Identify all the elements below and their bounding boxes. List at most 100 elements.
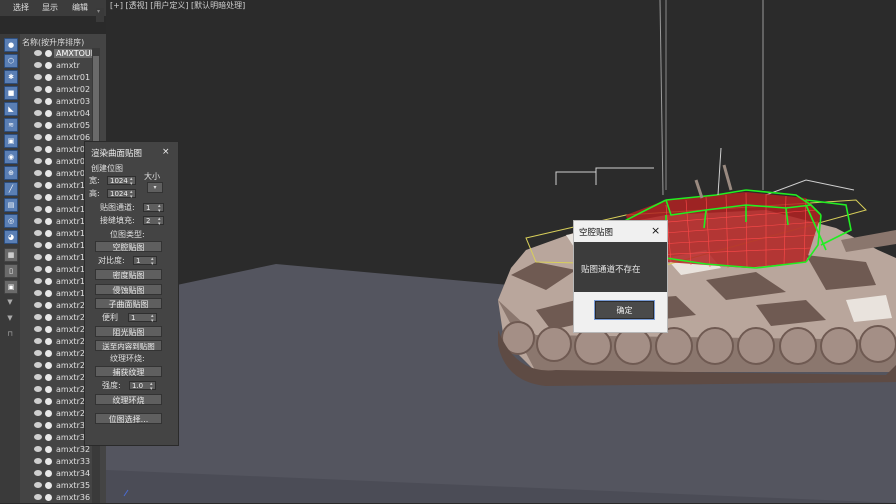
object-type-icon[interactable] [45,374,52,381]
height-spinner[interactable]: 1024 [107,189,136,199]
density-map-button[interactable]: 密度贴图 [95,269,162,280]
visibility-eye-icon[interactable] [34,158,42,164]
list-item[interactable]: amxtr34 [20,468,100,480]
size-dropdown[interactable]: ▾ [147,182,163,193]
filter-icon[interactable]: ▼ [4,296,16,308]
visibility-eye-icon[interactable] [34,374,42,380]
visibility-eye-icon[interactable] [34,434,42,440]
object-type-icon[interactable] [45,254,52,261]
list-item[interactable]: amxtr03 [20,96,100,108]
object-type-icon[interactable] [45,110,52,117]
object-type-icon[interactable] [45,50,52,57]
visibility-eye-icon[interactable] [34,206,42,212]
visibility-eye-icon[interactable] [34,134,42,140]
object-type-icon[interactable] [45,278,52,285]
visibility-eye-icon[interactable] [34,86,42,92]
visibility-eye-icon[interactable] [34,350,42,356]
menu-edit[interactable]: 编辑 [72,2,88,13]
lock-icon[interactable]: ⊓ [4,328,16,340]
contrast-spinner[interactable]: 1 [133,256,157,266]
visibility-eye-icon[interactable] [34,194,42,200]
project-to-map-button[interactable]: 送至内容到贴图 [95,340,162,351]
container-icon[interactable]: ⊕ [4,166,18,180]
visibility-eye-icon[interactable] [34,410,42,416]
object-type-icon[interactable] [45,350,52,357]
visibility-eye-icon[interactable] [34,398,42,404]
visibility-eye-icon[interactable] [34,110,42,116]
object-type-icon[interactable] [45,158,52,165]
visibility-eye-icon[interactable] [34,470,42,476]
width-spinner[interactable]: 1024 [107,176,136,186]
visibility-eye-icon[interactable] [34,494,42,500]
funnel-icon[interactable]: ▼ [4,312,16,324]
object-type-icon[interactable] [45,422,52,429]
visibility-eye-icon[interactable] [34,170,42,176]
visibility-eye-icon[interactable] [34,338,42,344]
object-type-icon[interactable] [45,122,52,129]
group-icon[interactable]: ▣ [4,134,18,148]
visibility-eye-icon[interactable] [34,386,42,392]
occlusion-map-button[interactable]: 阻光贴图 [95,326,162,337]
object-type-icon[interactable] [45,398,52,405]
visibility-eye-icon[interactable] [34,278,42,284]
object-type-icon[interactable] [45,206,52,213]
map-channel-spinner[interactable]: 1 [143,203,164,213]
list-item[interactable]: AMXTOUR [20,48,100,60]
visibility-eye-icon[interactable] [34,266,42,272]
sphere-icon[interactable]: ● [4,38,18,52]
object-type-icon[interactable] [45,146,52,153]
object-type-icon[interactable] [45,362,52,369]
object-type-icon[interactable] [45,338,52,345]
visibility-eye-icon[interactable] [34,254,42,260]
menu-display[interactable]: 显示 [42,2,58,13]
object-type-icon[interactable] [45,62,52,69]
object-type-icon[interactable] [45,434,52,441]
object-type-icon[interactable] [45,410,52,417]
spacewarp-icon[interactable]: ≋ [4,118,18,132]
camera-icon[interactable]: ■ [4,86,18,100]
column-header-name[interactable]: 名称(按升序排序) [22,37,84,48]
object-type-icon[interactable] [45,86,52,93]
object-type-icon[interactable] [45,98,52,105]
ok-button[interactable]: 确定 [595,301,654,319]
object-type-icon[interactable] [45,386,52,393]
visibility-eye-icon[interactable] [34,242,42,248]
page-icon[interactable]: ▯ [4,264,18,278]
visibility-eye-icon[interactable] [34,50,42,56]
visibility-eye-icon[interactable] [34,458,42,464]
object-type-icon[interactable] [45,134,52,141]
menu-select[interactable]: 选择 [13,2,29,13]
xref-icon[interactable]: ◉ [4,150,18,164]
cavity-map-button[interactable]: 空腔贴图 [95,241,162,252]
settings-icon[interactable]: ▣ [4,280,18,294]
object-type-icon[interactable] [45,266,52,273]
visibility-eye-icon[interactable] [34,230,42,236]
frozen-icon[interactable]: ▤ [4,198,18,212]
list-item[interactable]: amxtr04 [20,108,100,120]
object-type-icon[interactable] [45,470,52,477]
list-item[interactable]: amxtr01 [20,72,100,84]
object-type-icon[interactable] [45,326,52,333]
object-type-icon[interactable] [45,170,52,177]
list-item[interactable]: amxtr35 [20,480,100,492]
visibility-eye-icon[interactable] [34,446,42,452]
shapes-icon[interactable]: ⬡ [4,54,18,68]
object-type-icon[interactable] [45,314,52,321]
seam-fill-spinner[interactable]: 2 [143,216,164,226]
object-type-icon[interactable] [45,290,52,297]
object-type-icon[interactable] [45,74,52,81]
menu-scrollbar[interactable]: ▾ [96,8,104,22]
list-item[interactable]: amxtr02 [20,84,100,96]
visibility-eye-icon[interactable] [34,98,42,104]
dust-map-button[interactable]: 侵蚀贴图 [95,284,162,295]
bitmap-select-button[interactable]: 位图选择... [95,413,162,424]
visibility-eye-icon[interactable] [34,74,42,80]
bone-icon[interactable]: ╱ [4,182,18,196]
object-type-icon[interactable] [45,242,52,249]
visibility-eye-icon[interactable] [34,302,42,308]
perspective-viewport[interactable]: [+] [透视] [用户定义] [默认明暗处理] [106,0,896,503]
radius-spinner[interactable]: 1 [128,313,157,323]
object-type-icon[interactable] [45,182,52,189]
list-item[interactable]: amxtr05 [20,120,100,132]
capture-texture-button[interactable]: 捕获纹理 [95,366,162,377]
